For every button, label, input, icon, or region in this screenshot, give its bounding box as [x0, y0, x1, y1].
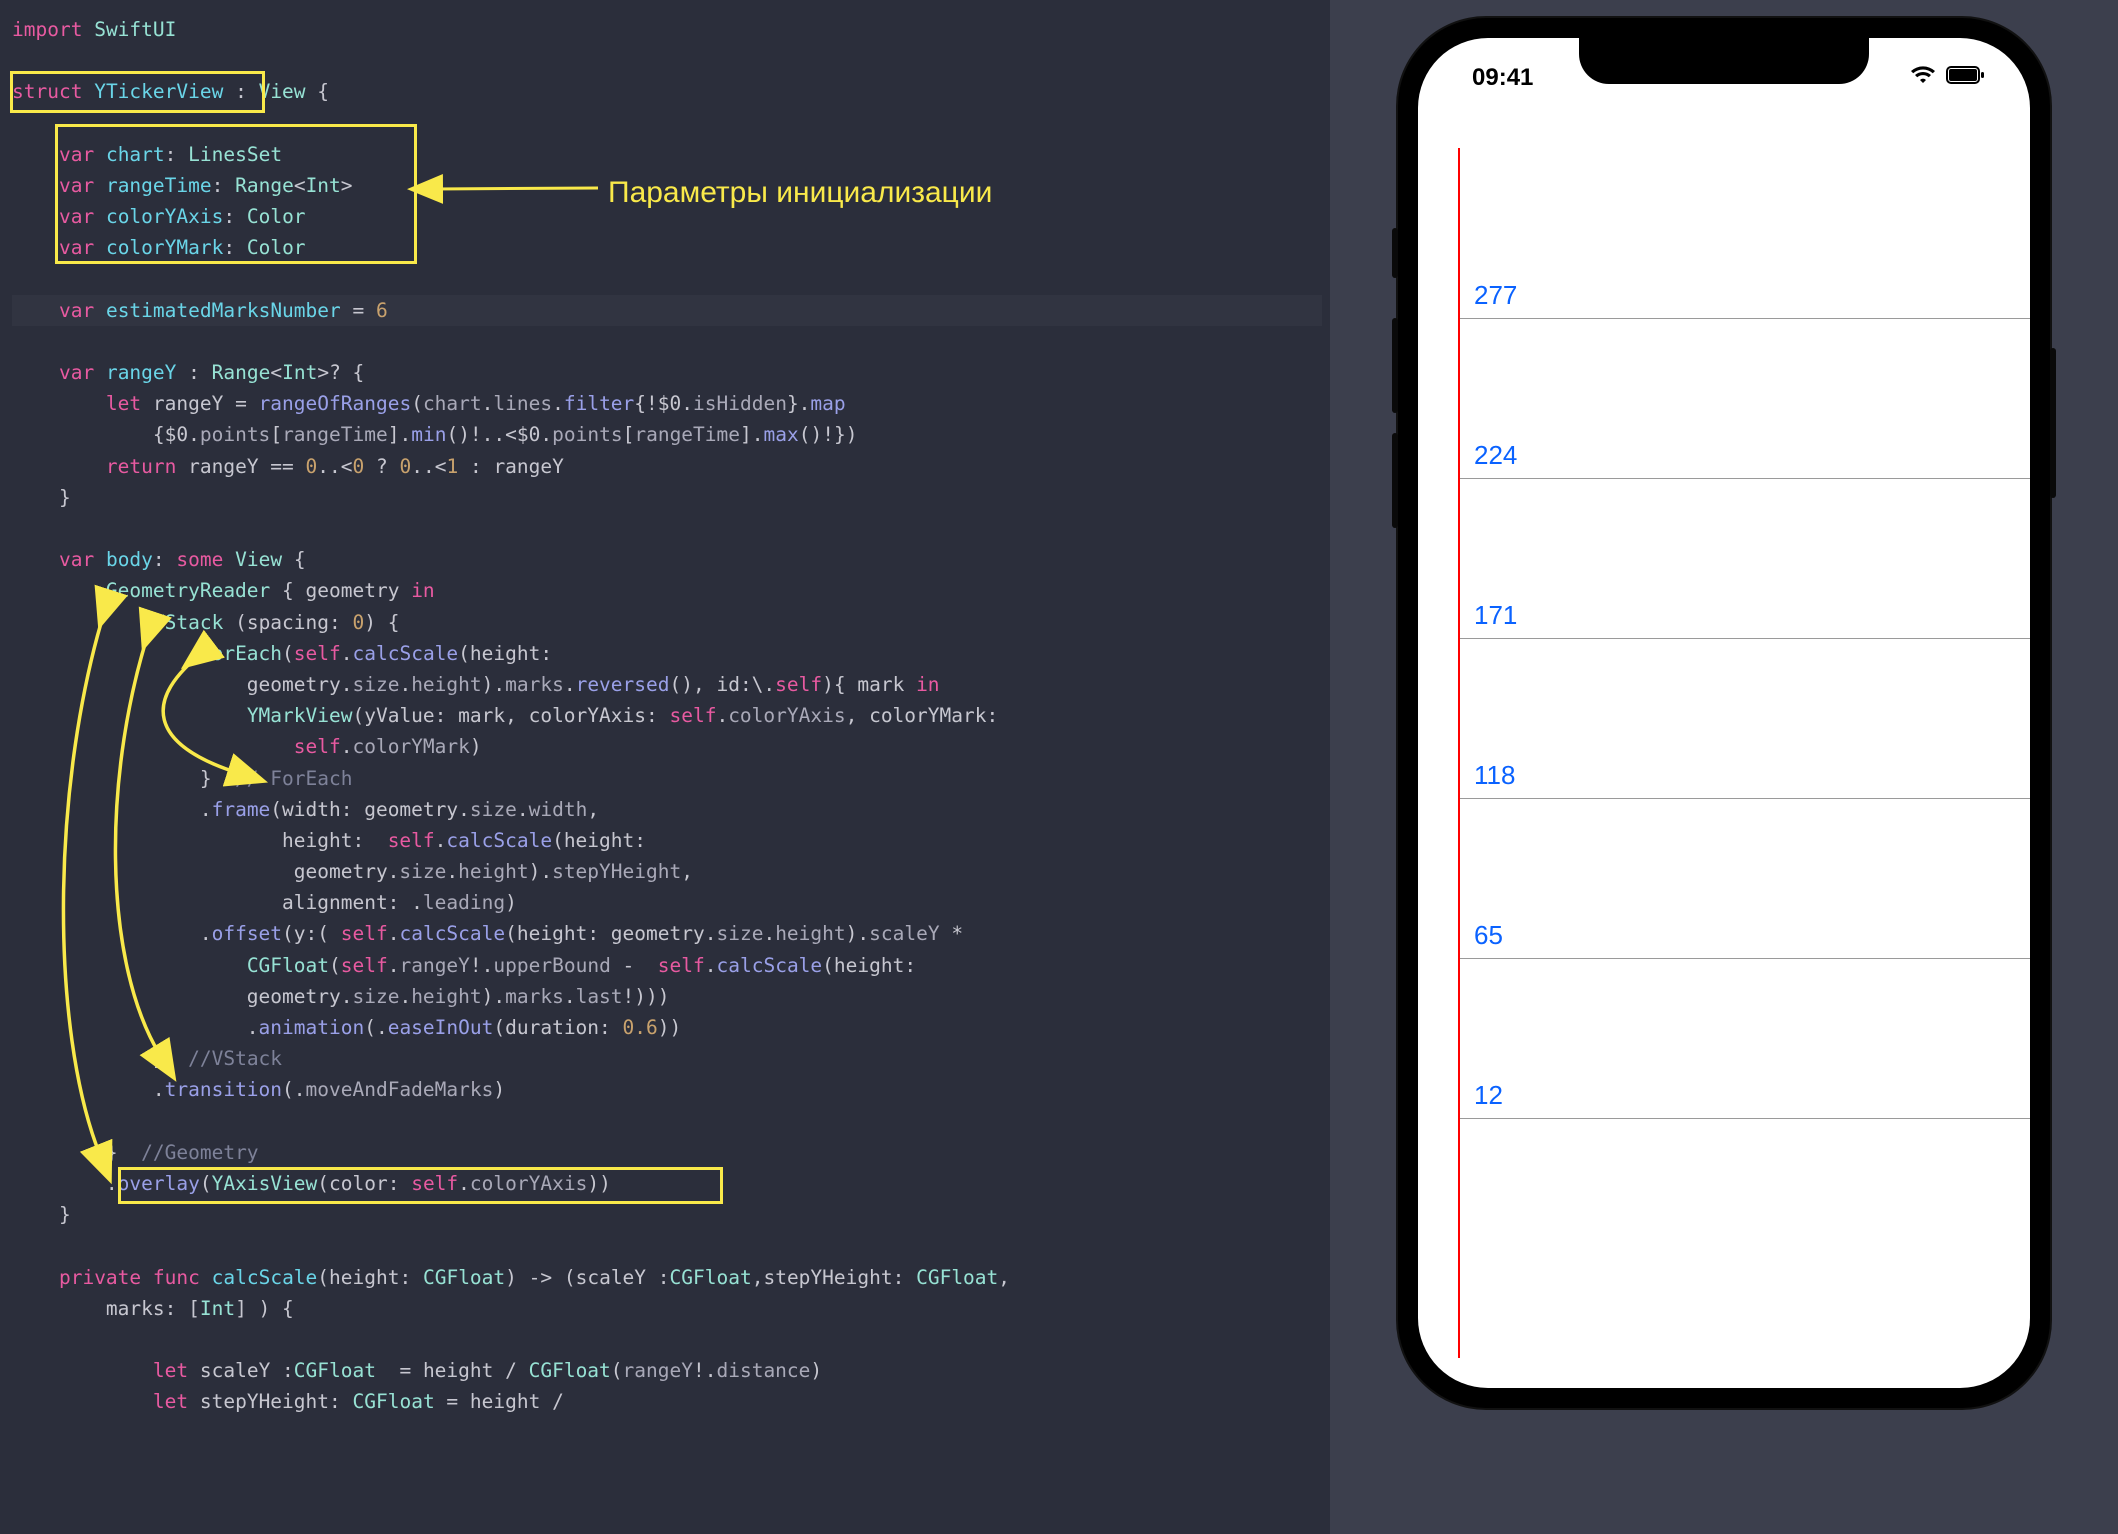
code-line[interactable]: CGFloat(self.rangeY!.upperBound - self.c…: [12, 950, 1322, 981]
code-line[interactable]: alignment: .leading): [12, 887, 1322, 918]
code-line[interactable]: [12, 45, 1322, 76]
phone-side-button: [2050, 348, 2056, 498]
code-line[interactable]: [12, 326, 1322, 357]
code-line[interactable]: } //Geometry: [12, 1137, 1322, 1168]
code-line[interactable]: geometry.size.height).stepYHeight,: [12, 856, 1322, 887]
code-line[interactable]: geometry.size.height).marks.last!))): [12, 981, 1322, 1012]
y-mark-gridline: [1460, 958, 2030, 959]
code-line[interactable]: .overlay(YAxisView(color: self.colorYAxi…: [12, 1168, 1322, 1199]
y-mark: 224: [1418, 478, 2030, 479]
y-axis-line: [1458, 148, 1460, 1358]
y-mark: 118: [1418, 798, 2030, 799]
code-line[interactable]: {$0.points[rangeTime].min()!..<$0.points…: [12, 419, 1322, 450]
y-mark-label: 12: [1474, 1075, 1503, 1117]
code-line[interactable]: var colorYMark: Color: [12, 232, 1322, 263]
code-line[interactable]: [12, 1106, 1322, 1137]
y-ticker-view: 277 224 171 118 65 12: [1418, 148, 2030, 1358]
code-line[interactable]: .offset(y:( self.calcScale(height: geome…: [12, 918, 1322, 949]
code-line[interactable]: [12, 1230, 1322, 1261]
code-line[interactable]: var chart: LinesSet: [12, 139, 1322, 170]
code-line[interactable]: let rangeY = rangeOfRanges(chart.lines.f…: [12, 388, 1322, 419]
code-line[interactable]: [12, 1324, 1322, 1355]
status-bar: 09:41: [1418, 58, 2030, 98]
code-line[interactable]: .animation(.easeInOut(duration: 0.6)): [12, 1012, 1322, 1043]
code-line[interactable]: var body: some View {: [12, 544, 1322, 575]
phone-side-button: [1392, 318, 1398, 413]
phone-side-button: [1392, 433, 1398, 528]
code-line[interactable]: private func calcScale(height: CGFloat) …: [12, 1262, 1322, 1293]
y-mark-gridline: [1460, 318, 2030, 319]
code-line[interactable]: let stepYHeight: CGFloat = height /: [12, 1386, 1322, 1417]
code-line[interactable]: VStack (spacing: 0) {: [12, 607, 1322, 638]
code-line[interactable]: [12, 513, 1322, 544]
phone-screen: 09:41 277 224 171 118 65 12: [1418, 38, 2030, 1388]
annotation-init-params: Параметры инициализации: [608, 169, 992, 217]
code-line[interactable]: [12, 108, 1322, 139]
code-line[interactable]: marks: [Int] ) {: [12, 1293, 1322, 1324]
phone-side-button: [1392, 228, 1398, 278]
y-mark-label: 277: [1474, 275, 1517, 317]
code-line[interactable]: let scaleY :CGFloat = height / CGFloat(r…: [12, 1355, 1322, 1386]
y-mark-label: 224: [1474, 435, 1517, 477]
wifi-icon: [1910, 59, 1936, 97]
y-mark-gridline: [1460, 1118, 2030, 1119]
code-line[interactable]: ForEach(self.calcScale(height:: [12, 638, 1322, 669]
y-mark-label: 118: [1474, 755, 1515, 797]
code-line[interactable]: self.colorYMark): [12, 731, 1322, 762]
code-line[interactable]: }: [12, 482, 1322, 513]
code-line[interactable]: var estimatedMarksNumber = 6: [12, 295, 1322, 326]
code-editor-pane[interactable]: import SwiftUI struct YTickerView : View…: [0, 0, 1330, 1534]
code-lines-container: import SwiftUI struct YTickerView : View…: [12, 14, 1322, 1417]
code-line[interactable]: var rangeY : Range<Int>? {: [12, 357, 1322, 388]
y-mark-label: 65: [1474, 915, 1503, 957]
code-line[interactable]: }: [12, 1199, 1322, 1230]
code-line[interactable]: GeometryReader { geometry in: [12, 575, 1322, 606]
battery-icon: [1946, 59, 1986, 97]
code-line[interactable]: } // ForEach: [12, 763, 1322, 794]
code-line[interactable]: [12, 264, 1322, 295]
code-line[interactable]: } //VStack: [12, 1043, 1322, 1074]
code-line[interactable]: .transition(.moveAndFadeMarks): [12, 1074, 1322, 1105]
y-mark-gridline: [1460, 798, 2030, 799]
code-line[interactable]: import SwiftUI: [12, 14, 1322, 45]
code-line[interactable]: geometry.size.height).marks.reversed(), …: [12, 669, 1322, 700]
code-line[interactable]: height: self.calcScale(height:: [12, 825, 1322, 856]
y-mark: 12: [1418, 1118, 2030, 1119]
y-mark: 171: [1418, 638, 2030, 639]
code-line[interactable]: YMarkView(yValue: mark, colorYAxis: self…: [12, 700, 1322, 731]
y-mark-gridline: [1460, 638, 2030, 639]
iphone-frame: 09:41 277 224 171 118 65 12: [1398, 18, 2050, 1408]
code-line[interactable]: return rangeY == 0..<0 ? 0..<1 : rangeY: [12, 451, 1322, 482]
code-line[interactable]: .frame(width: geometry.size.width,: [12, 794, 1322, 825]
y-mark-gridline: [1460, 478, 2030, 479]
y-mark-label: 171: [1474, 595, 1517, 637]
y-mark: 65: [1418, 958, 2030, 959]
code-line[interactable]: struct YTickerView : View {: [12, 76, 1322, 107]
y-mark: 277: [1418, 318, 2030, 319]
status-time: 09:41: [1472, 59, 1533, 97]
simulator-preview-pane: 09:41 277 224 171 118 65 12: [1330, 0, 2118, 1534]
